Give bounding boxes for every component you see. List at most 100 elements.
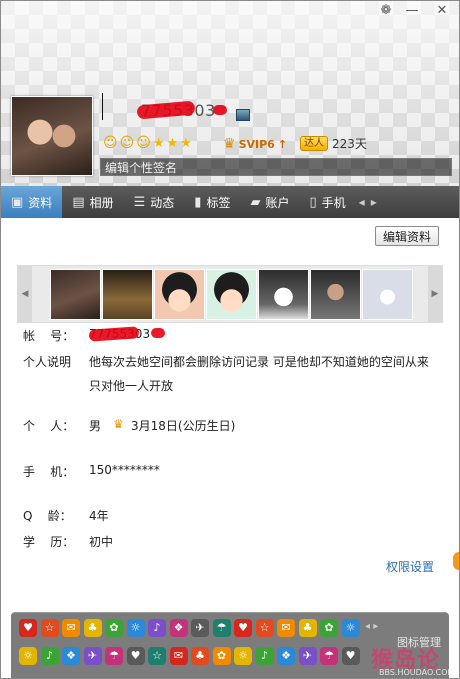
wallet-icon: ▰ — [250, 194, 261, 210]
description-line-1: 他每次去她空间都会删除访问记录 可是他却不知道她的空间从来 — [89, 355, 429, 369]
album-icon: ▤ — [72, 194, 85, 210]
edit-picture-icon[interactable] — [236, 109, 250, 121]
daren-badge[interactable]: 达人 223天 — [300, 135, 367, 152]
avatar[interactable] — [11, 96, 93, 176]
phone-value: 150******** — [89, 463, 160, 477]
service-icon[interactable]: ✿ — [212, 647, 231, 665]
service-icon[interactable]: ☼ — [341, 619, 360, 637]
crown-icon: ♛ — [113, 417, 124, 431]
service-icon[interactable]: ☂ — [212, 619, 231, 637]
service-icons-scroll-icon[interactable]: ◂ ▸ — [365, 621, 378, 632]
tab-label: 手机 — [321, 195, 346, 210]
signature-input[interactable]: 编辑个性签名 — [100, 158, 452, 176]
redaction-mark — [151, 328, 165, 338]
permission-settings-link[interactable]: 权限设置 — [386, 558, 434, 575]
tab-label: 相册 — [89, 195, 114, 210]
personal-label: 个 人： — [23, 419, 75, 433]
service-icon[interactable]: ❖ — [169, 619, 188, 637]
sun-icon: ☺ — [119, 135, 135, 151]
svip-label: SVIP6 — [238, 137, 275, 151]
minimize-button[interactable]: — — [401, 3, 423, 18]
service-icon[interactable]: ♥ — [234, 619, 252, 637]
tab-feed[interactable]: ☰ 动态 — [124, 186, 185, 218]
service-icon[interactable]: ✉ — [62, 619, 80, 637]
bookmark-icon: ▮ — [194, 194, 202, 210]
service-icon[interactable]: ✈ — [191, 619, 209, 637]
watermark-url: BBS.HOUDAO.COM — [379, 668, 455, 677]
sun-icon: ☺ — [136, 135, 151, 151]
service-icon[interactable]: ☆ — [148, 647, 166, 665]
service-icon[interactable]: ✉ — [277, 619, 295, 637]
photo-thumbnail[interactable] — [102, 269, 153, 320]
tabs-scroll-right-icon[interactable]: ▸ — [368, 195, 380, 209]
tab-profile[interactable]: ▣ 资料 — [1, 186, 63, 218]
service-icon[interactable]: ✈ — [83, 647, 102, 665]
daren-label: 达人 — [300, 136, 328, 151]
education-label: 学 历： — [23, 535, 75, 549]
text-cursor — [102, 93, 103, 120]
service-icon[interactable]: ♣ — [83, 619, 102, 637]
service-icon[interactable]: ☆ — [255, 619, 274, 637]
service-icon[interactable]: ♪ — [40, 647, 59, 665]
tabs-scroll-left-icon[interactable]: ◂ — [356, 195, 368, 209]
tab-label: 标签 — [206, 195, 231, 210]
notification-bubble-icon[interactable] — [453, 552, 459, 570]
photo-thumbnail[interactable] — [258, 269, 309, 320]
photo-prev-icon[interactable]: ◀ — [18, 266, 32, 322]
account-label: 帐 号： — [23, 329, 75, 343]
tab-label: 账户 — [265, 195, 290, 210]
photo-thumbnail[interactable] — [362, 269, 413, 320]
photo-thumbnail[interactable] — [206, 269, 257, 320]
crown-icon: ♛ — [223, 136, 236, 152]
service-icon[interactable]: ❖ — [277, 647, 295, 665]
star-icon: ★ — [152, 135, 165, 151]
service-icon[interactable]: ✈ — [298, 647, 317, 665]
service-icon[interactable]: ✿ — [320, 619, 338, 637]
service-icon[interactable]: ☂ — [320, 647, 338, 665]
photo-thumbnail[interactable] — [50, 269, 101, 320]
service-icon[interactable]: ☼ — [234, 647, 252, 665]
service-icon[interactable]: ♥ — [341, 647, 360, 665]
service-icon[interactable]: ✿ — [105, 619, 123, 637]
service-icon[interactable]: ♪ — [255, 647, 274, 665]
tab-account[interactable]: ▰ 账户 — [240, 186, 299, 218]
service-icon[interactable]: ☼ — [19, 647, 37, 665]
photo-strip: ◀ ▶ — [17, 265, 443, 323]
education-value: 初中 — [89, 535, 114, 549]
service-icon[interactable]: ☂ — [105, 647, 123, 665]
arrow-up-icon: ↑ — [277, 137, 288, 151]
tab-label: 资料 — [28, 195, 53, 210]
tab-phone[interactable]: ▯ 手机 — [299, 186, 355, 218]
service-icon[interactable]: ♪ — [148, 619, 166, 637]
service-icon[interactable]: ♥ — [126, 647, 145, 665]
edit-profile-button[interactable]: 编辑资料 — [375, 226, 439, 246]
phone-icon: ▯ — [309, 194, 317, 210]
svip-badge[interactable]: ♛ SVIP6 ↑ — [223, 136, 287, 152]
service-icon[interactable]: ☼ — [126, 619, 145, 637]
close-button[interactable]: ✕ — [431, 3, 453, 18]
service-icon[interactable]: ❖ — [62, 647, 80, 665]
skin-icon[interactable]: ❁ — [375, 3, 397, 18]
redaction-mark — [213, 105, 227, 115]
photo-next-icon[interactable]: ▶ — [428, 266, 442, 322]
tab-album[interactable]: ▤ 相册 — [62, 186, 123, 218]
profile-window: ❁ — ✕ 7755303 ☺ ☺ ☺ ★ ★ ★ ♛ SVIP6 ↑ 达人 2… — [0, 0, 460, 679]
photo-thumbnail[interactable] — [154, 269, 205, 320]
service-icon[interactable]: ♣ — [298, 619, 317, 637]
level-icons[interactable]: ☺ ☺ ☺ ★ ★ ★ — [103, 135, 192, 151]
star-icon: ★ — [180, 135, 192, 151]
tab-tags[interactable]: ▮ 标签 — [184, 186, 240, 218]
photo-thumbnail[interactable] — [310, 269, 361, 320]
q-age-label: Q 龄： — [23, 509, 72, 523]
service-icon[interactable]: ♥ — [19, 619, 37, 637]
service-icon[interactable]: ♣ — [191, 647, 209, 665]
description-label: 个人说明 — [23, 355, 72, 369]
gender-value: 男 — [89, 419, 102, 433]
sun-icon: ☺ — [103, 135, 118, 151]
tab-label: 动态 — [150, 195, 175, 210]
service-icon[interactable]: ✉ — [169, 647, 188, 665]
profile-tabs: ▣ 资料 ▤ 相册 ☰ 动态 ▮ 标签 ▰ 账户 ▯ 手机 ◂ ▸ — [1, 186, 459, 218]
daren-days: 223天 — [332, 137, 367, 151]
service-icon[interactable]: ☆ — [40, 619, 59, 637]
phone-label: 手 机： — [23, 465, 75, 479]
